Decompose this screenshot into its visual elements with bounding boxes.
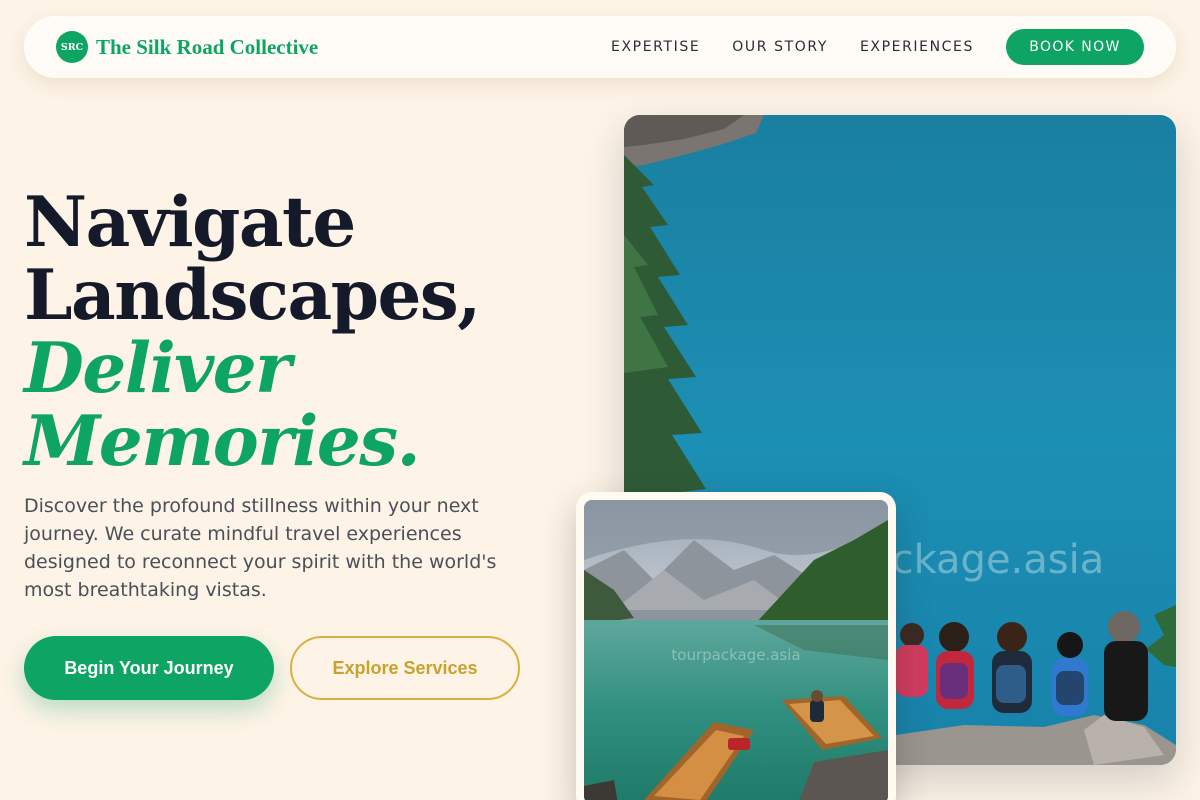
- headline-accent-line-1: Deliver: [24, 328, 292, 409]
- logo-badge[interactable]: SRC: [56, 31, 88, 63]
- nav-link-our-story[interactable]: OUR STORY: [732, 39, 828, 55]
- nav-links: EXPERTISE OUR STORY EXPERIENCES: [611, 39, 974, 55]
- brand-name[interactable]: The Silk Road Collective: [96, 35, 318, 60]
- boats-photo-card: tourpackage.asia: [576, 492, 896, 800]
- headline-line-2: Landscapes,: [24, 255, 481, 336]
- nav-link-experiences[interactable]: EXPERIENCES: [860, 39, 974, 55]
- headline-line-1: Navigate: [24, 182, 356, 263]
- explore-services-button[interactable]: Explore Services: [290, 636, 520, 700]
- nav-link-expertise[interactable]: EXPERTISE: [611, 39, 700, 55]
- mountain-lake-boats-photo: tourpackage.asia: [584, 500, 888, 800]
- begin-journey-button[interactable]: Begin Your Journey: [24, 636, 274, 700]
- boats-scene: [584, 500, 888, 800]
- top-navbar: SRC The Silk Road Collective EXPERTISE O…: [24, 16, 1176, 78]
- headline-accent-line-2: Memories.: [24, 401, 421, 482]
- book-now-button[interactable]: BOOK NOW: [1006, 29, 1144, 65]
- hero-description: Discover the profound stillness within y…: [24, 495, 497, 601]
- hero-headline: Navigate Landscapes, Deliver Memories.: [24, 186, 544, 478]
